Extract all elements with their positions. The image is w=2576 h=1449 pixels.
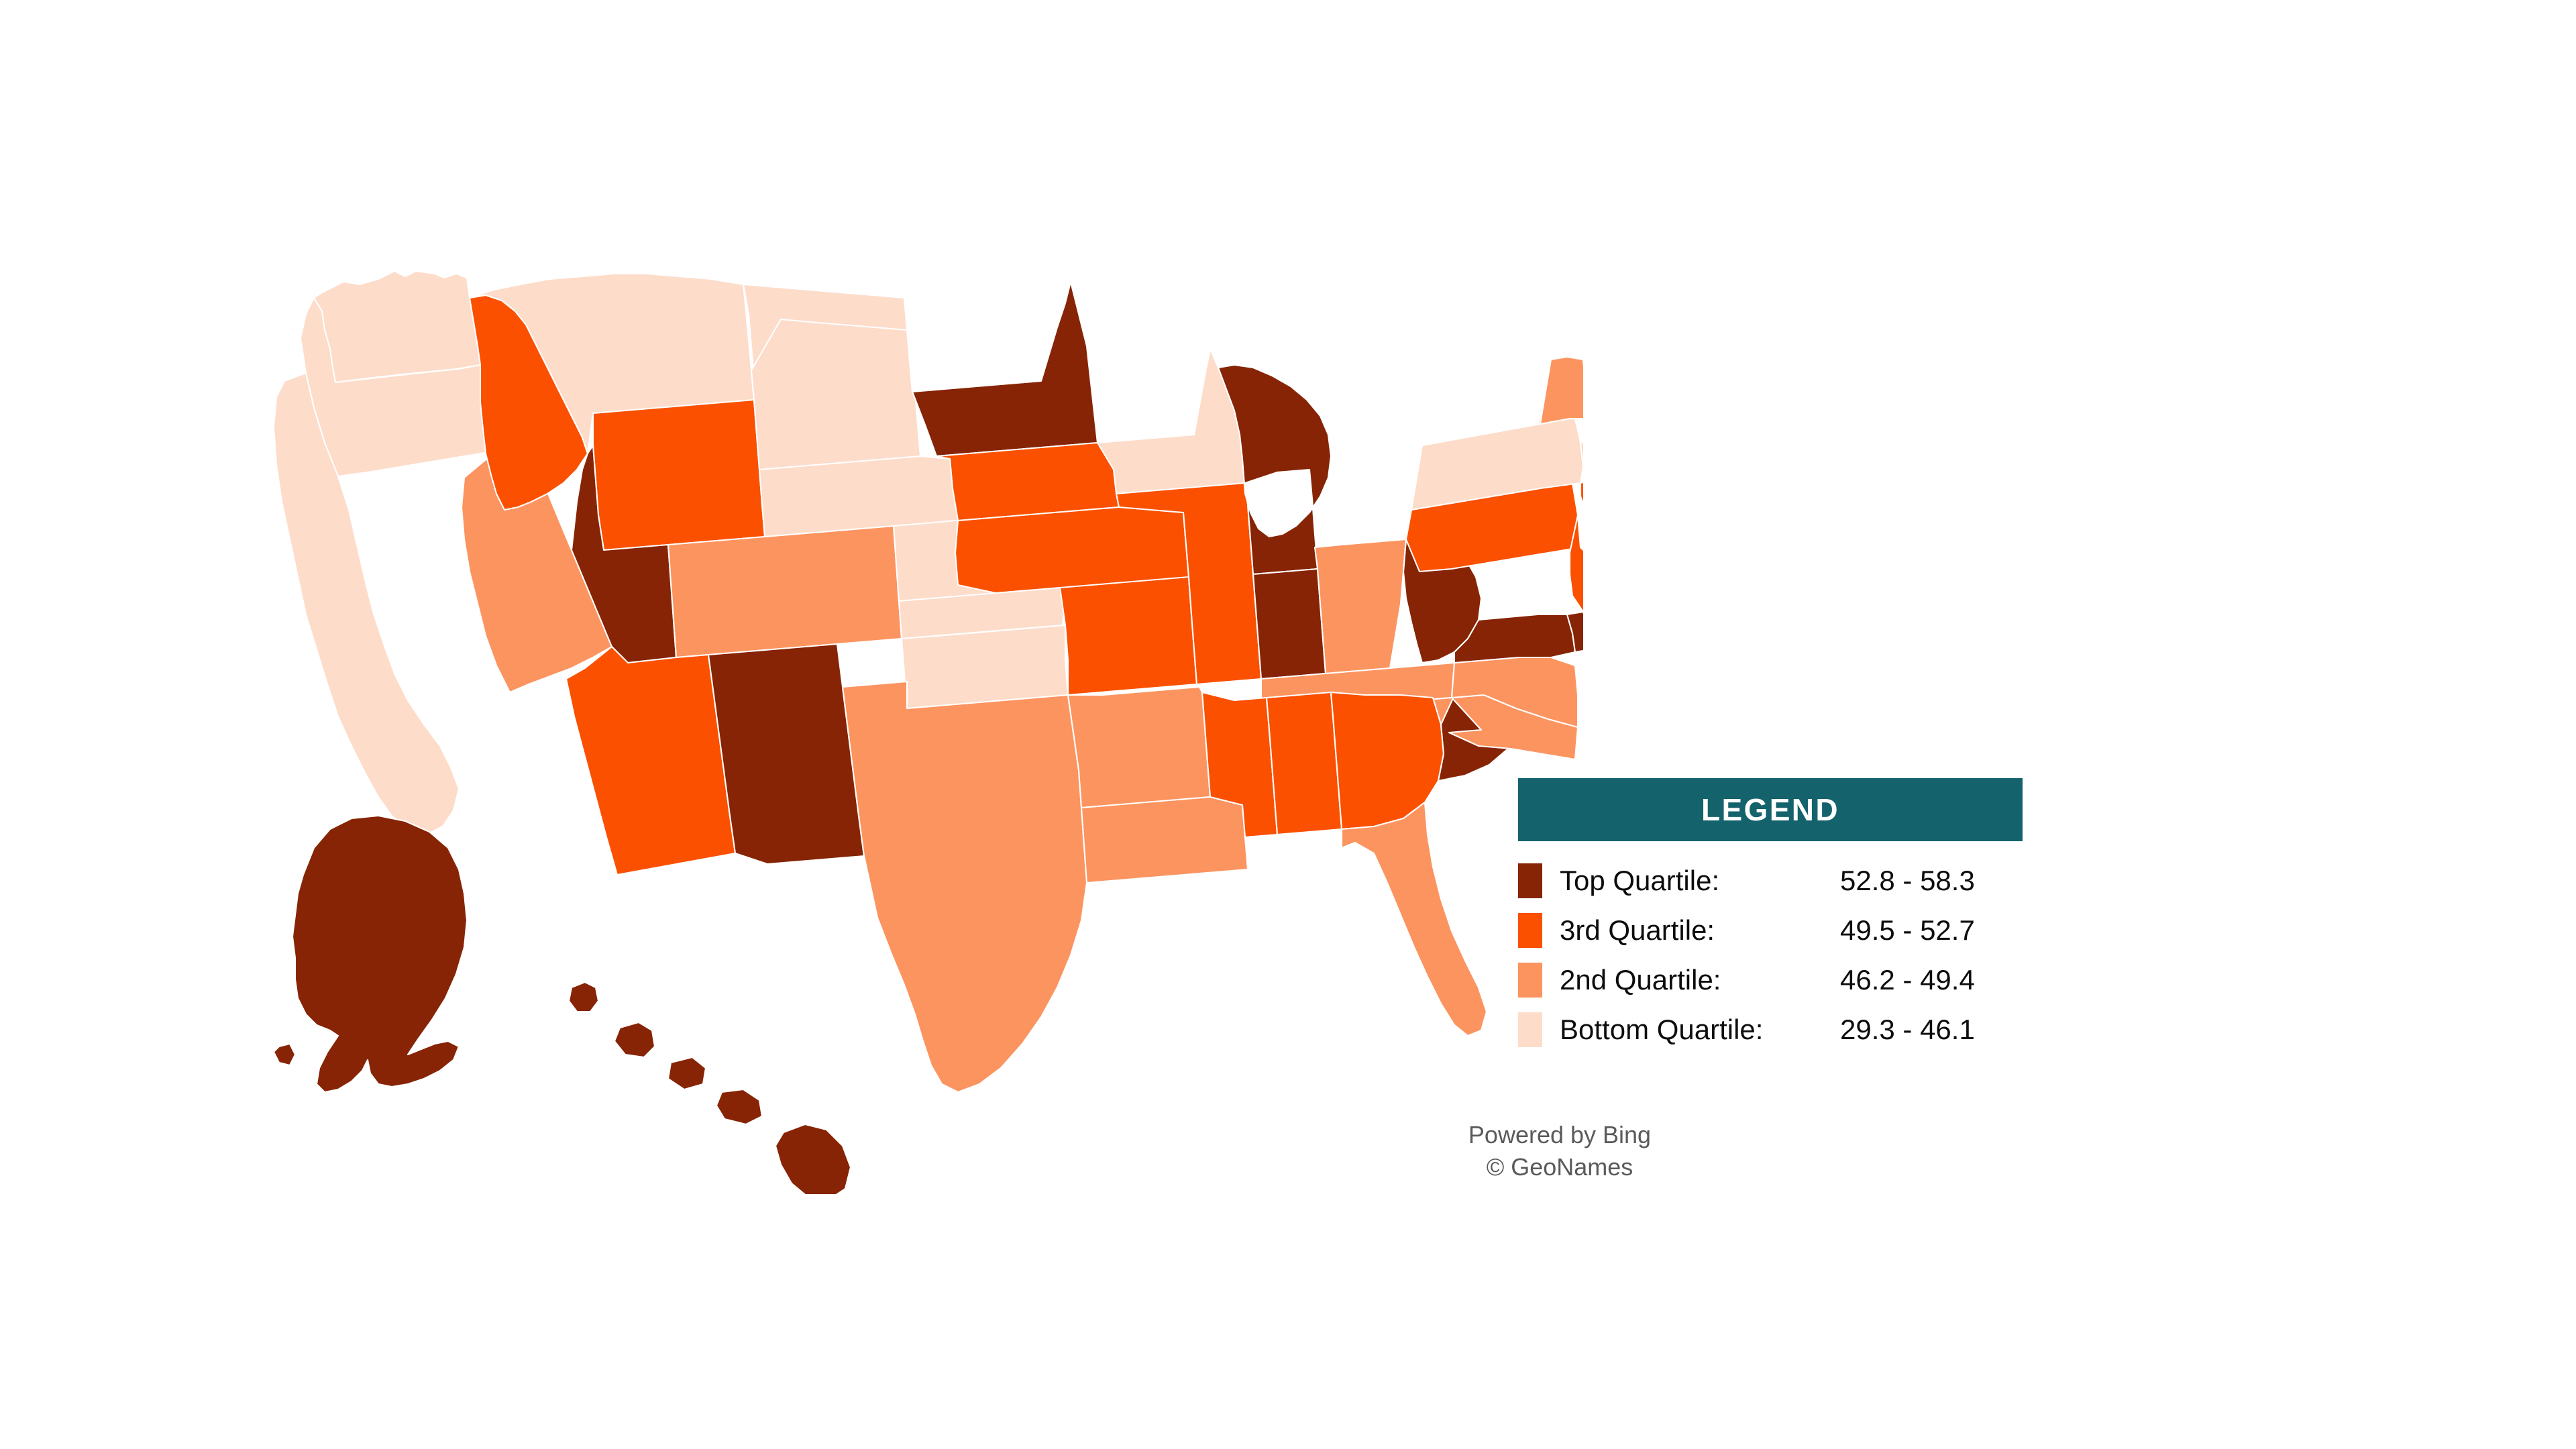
map-svg[interactable] — [255, 241, 1583, 1194]
state-az[interactable] — [566, 647, 735, 875]
state-ar[interactable] — [1068, 687, 1210, 808]
legend-row-top-quartile[interactable]: Top Quartile: 52.8 - 58.3 — [1518, 856, 2023, 906]
state-al[interactable] — [1267, 692, 1342, 835]
legend-row-bottom-quartile[interactable]: Bottom Quartile: 29.3 - 46.1 — [1518, 1005, 2023, 1055]
legend-label-2nd-quartile: 2nd Quartile: — [1560, 964, 1721, 996]
state-in[interactable] — [1253, 569, 1326, 679]
legend-value-3rd-quartile: 49.5 - 52.7 — [1840, 914, 1975, 946]
legend-value-2nd-quartile: 46.2 - 49.4 — [1840, 964, 1975, 996]
map-attribution: Powered by Bing © GeoNames — [1402, 1119, 1717, 1183]
state-wa[interactable] — [314, 271, 480, 382]
legend-value-top-quartile: 52.8 - 58.3 — [1840, 865, 1975, 896]
state-vt[interactable] — [1540, 357, 1583, 424]
legend-swatch-2nd-quartile — [1518, 963, 1542, 998]
state-ok[interactable] — [899, 588, 1068, 708]
map-page: LEGEND Top Quartile: 52.8 - 58.3 3rd Qua… — [0, 0, 2576, 1449]
state-ct[interactable] — [1580, 478, 1583, 515]
legend-label-3rd-quartile: 3rd Quartile: — [1560, 914, 1715, 946]
state-hi[interactable] — [569, 982, 851, 1194]
state-nm[interactable] — [708, 644, 864, 864]
legend-row-3rd-quartile[interactable]: 3rd Quartile: 49.5 - 52.7 — [1518, 906, 2023, 955]
legend-title: LEGEND — [1701, 792, 1840, 827]
attribution-geonames: © GeoNames — [1486, 1152, 1633, 1181]
legend: LEGEND Top Quartile: 52.8 - 58.3 3rd Qua… — [1518, 778, 2023, 1055]
legend-rows: Top Quartile: 52.8 - 58.3 3rd Quartile: … — [1518, 841, 2023, 1055]
state-sd[interactable] — [751, 319, 920, 470]
state-oh[interactable] — [1315, 539, 1406, 674]
legend-swatch-3rd-quartile — [1518, 913, 1542, 948]
state-wy[interactable] — [593, 400, 765, 550]
state-ak[interactable] — [274, 816, 467, 1092]
state-co[interactable] — [668, 526, 902, 657]
state-la[interactable] — [1081, 797, 1248, 883]
legend-label-bottom-quartile: Bottom Quartile: — [1560, 1014, 1764, 1045]
us-choropleth-map[interactable] — [255, 241, 1583, 1194]
state-tx[interactable] — [843, 682, 1087, 1092]
state-mn[interactable] — [912, 282, 1097, 456]
legend-header: LEGEND — [1518, 778, 2023, 841]
attribution-bing: Powered by Bing — [1468, 1121, 1652, 1148]
legend-value-bottom-quartile: 29.3 - 46.1 — [1840, 1014, 1975, 1045]
state-fl[interactable] — [1342, 802, 1487, 1036]
legend-swatch-top-quartile — [1518, 863, 1542, 898]
legend-swatch-bottom-quartile — [1518, 1012, 1542, 1047]
state-ga[interactable] — [1331, 692, 1444, 829]
legend-row-2nd-quartile[interactable]: 2nd Quartile: 46.2 - 49.4 — [1518, 955, 2023, 1005]
legend-label-top-quartile: Top Quartile: — [1560, 865, 1720, 896]
